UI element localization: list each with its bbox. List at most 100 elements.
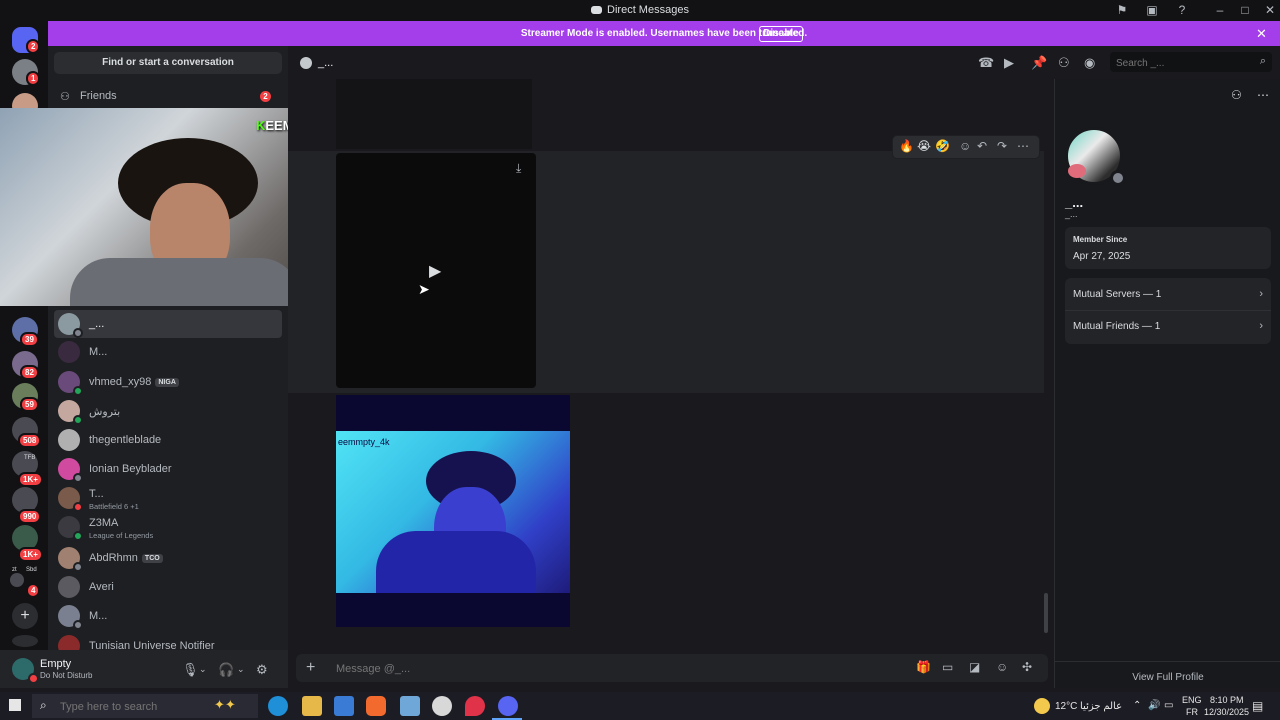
status-indicator [73,473,83,483]
dm-item[interactable]: بتروش [54,397,282,425]
chevron-down-icon[interactable]: ⌄ [237,664,245,675]
discord-taskbar-icon[interactable] [498,696,518,716]
dm-item[interactable]: Z3MA League of Legends [54,513,282,541]
help-icon[interactable]: ? [1174,2,1190,18]
weather-text[interactable]: عالم جزئيا [1080,701,1122,712]
windows-start-icon[interactable] [9,699,21,711]
minimize-icon[interactable]: – [1212,2,1228,18]
server-tag: NIGA [155,377,179,387]
video-attachment[interactable]: ⤓ ▶ [336,153,536,388]
dm-item[interactable]: Ionian Beyblader [54,455,282,483]
apps-icon[interactable]: ✣ [1022,660,1032,674]
view-full-profile-link[interactable]: View Full Profile [1055,672,1280,683]
profile-avatar[interactable] [1065,127,1126,186]
chevron-down-icon[interactable]: ⌄ [199,664,207,675]
title-bar: Direct Messages ⚑ ▣ ? – □ ✕ [0,0,1280,21]
tray-chevron-up-icon[interactable]: ⌃ [1133,700,1141,711]
dm-item[interactable]: vhmed_xy98 NIGA [54,368,282,396]
keyboard-layout[interactable]: FR [1186,707,1198,717]
clock-time[interactable]: 8:10 PM [1210,695,1244,705]
play-icon[interactable]: ▶ [429,261,441,281]
close-banner-icon[interactable]: ✕ [1256,26,1267,42]
add-server-icon[interactable]: + [12,603,38,629]
chat-scrollbar[interactable] [1044,593,1048,633]
weather-temp[interactable]: 12°C [1055,701,1077,712]
reaction-rofl[interactable]: 🤣 [935,139,950,153]
brave-icon[interactable] [366,696,386,716]
notifications-icon[interactable]: ▤ [1252,699,1263,713]
find-conversation-button[interactable]: Find or start a conversation [54,52,282,74]
more-options-icon[interactable]: ⋯ [1017,139,1029,153]
pinned-messages-icon[interactable]: 📌 [1031,55,1047,71]
avatar [58,341,80,363]
valorant-icon[interactable] [465,696,485,716]
add-friend-icon[interactable]: ⚇ [1231,88,1242,102]
taskbar-search[interactable]: ⌕ ✦✦ [32,694,258,718]
server-folder-icon[interactable] [10,573,24,587]
dm-name: thegentleblade [89,434,162,446]
file-explorer-icon[interactable] [302,696,322,716]
headphones-icon[interactable]: 🎧 [218,662,234,678]
image-attachment[interactable]: eemmpty_4k [336,395,570,627]
close-window-icon[interactable]: ✕ [1262,2,1278,18]
image-overlay-text: eemmpty_4k [338,437,390,447]
header-dm-name[interactable]: _... [318,57,333,69]
dm-item[interactable]: T... Battlefield 6 +1 [54,484,282,512]
app-icon[interactable] [400,696,420,716]
dm-name: vhmed_xy98 NIGA [89,376,179,388]
header-search[interactable]: ⌕ [1110,52,1272,72]
download-icon[interactable]: ⤓ [516,161,521,176]
server-badge: 508 [18,433,42,448]
maximize-icon[interactable]: □ [1237,2,1253,18]
user-profile-icon[interactable]: ◉ [1084,55,1095,71]
chevron-right-icon: › [1259,320,1263,332]
microphone-icon[interactable]: 🎙 [182,662,199,678]
edge-icon[interactable] [268,696,288,716]
search-input[interactable] [1114,54,1258,72]
inbox-flag-icon[interactable]: ⚑ [1114,2,1130,18]
screen-icon[interactable]: ▣ [1144,2,1160,18]
emoji-icon[interactable]: ☺ [996,660,1008,674]
store-icon[interactable] [334,696,354,716]
taskbar-search-input[interactable] [58,699,212,715]
dm-item[interactable]: M... [54,338,282,366]
video-call-icon[interactable]: ▶ [1004,55,1014,71]
add-reaction-icon[interactable]: ☺ [959,139,971,153]
message-input[interactable] [334,660,638,678]
disable-streamer-mode-button[interactable]: Disable [759,26,803,42]
voice-call-icon[interactable]: ☎ [978,55,994,71]
member-since-label: Member Since [1073,235,1128,244]
banner-message: Streamer Mode is enabled. Usernames have… [520,28,808,39]
volume-icon[interactable]: 🔊 [1148,700,1160,711]
gift-icon[interactable]: 🎁 [916,660,931,674]
friends-link[interactable]: Friends [80,90,117,102]
reply-icon[interactable]: ↶ [977,139,987,153]
dm-item[interactable]: AbdRhmn TCO [54,544,282,572]
clock-date[interactable]: 12/30/2025 [1204,707,1249,717]
weather-icon[interactable] [1034,698,1050,714]
language-code[interactable]: ENG [1182,695,1202,705]
member-since-value: Apr 27, 2025 [1073,251,1131,262]
mutual-servers-row[interactable]: Mutual Servers — 1 › [1073,288,1263,300]
mutual-friends-row[interactable]: Mutual Friends — 1 › [1073,320,1263,332]
add-friends-to-dm-icon[interactable]: ⚇ [1058,55,1070,71]
avatar-decoration [1068,164,1086,178]
app-icon[interactable] [432,696,452,716]
forward-icon[interactable]: ↷ [997,139,1007,153]
dm-item[interactable]: thegentleblade [54,426,282,454]
attach-plus-icon[interactable]: + [306,659,315,677]
status-indicator [73,562,83,572]
reaction-sob[interactable]: 😭 [917,139,931,153]
reaction-fire[interactable]: 🔥 [899,139,914,153]
chat-area: 🔥 😭 🤣 ☺ ↶ ↷ ⋯ ⤓ ▶ ➤ eemmpty_4k [288,79,1054,650]
settings-gear-icon[interactable]: ⚙ [256,662,268,678]
network-icon[interactable]: ▭ [1164,700,1173,711]
sticker-icon[interactable]: ◪ [969,660,980,674]
dm-item[interactable]: M... [54,602,282,630]
gif-icon[interactable]: ▭ [942,660,953,674]
dm-item[interactable]: _... [54,310,282,338]
dm-item[interactable]: Tunisian Universe Notifier [54,632,282,650]
dm-item[interactable]: Averi [54,573,282,601]
discover-icon[interactable] [12,635,38,647]
more-options-icon[interactable]: ⋯ [1257,88,1269,102]
